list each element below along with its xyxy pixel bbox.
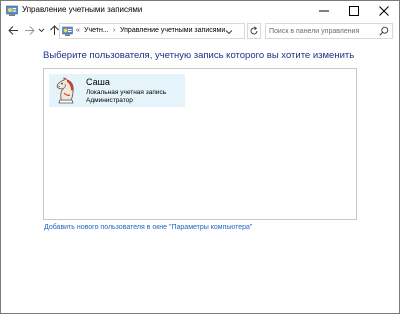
title-bar: Управление учетными записями (1, 1, 399, 21)
breadcrumb-overflow[interactable]: « (76, 27, 80, 34)
close-button[interactable] (369, 1, 399, 21)
refresh-icon (250, 26, 258, 35)
maximize-icon (349, 6, 359, 16)
window: Управление учетными записями « Учетн... … (0, 0, 400, 314)
address-bar[interactable]: « Учетн... › Управление учетными записям… (59, 23, 245, 39)
navigation-bar: « Учетн... › Управление учетными записям… (1, 21, 399, 41)
breadcrumb-item[interactable]: Управление учетными записями (120, 27, 225, 34)
chevron-down-icon[interactable] (224, 27, 234, 37)
user-name: Саша (86, 77, 110, 87)
page-heading: Выберите пользователя, учетную запись ко… (43, 50, 355, 61)
close-icon (379, 6, 389, 16)
forward-button[interactable] (22, 23, 36, 37)
user-role: Администратор (86, 97, 133, 104)
window-title: Управление учетными записями (22, 5, 143, 14)
chevron-down-icon (38, 28, 45, 32)
user-tile[interactable]: Саша Локальная учетная запись Администра… (49, 74, 185, 107)
add-user-link[interactable]: Добавить нового пользователя в окне "Пар… (44, 224, 252, 231)
minimize-icon (319, 10, 329, 12)
recent-locations-button[interactable] (37, 23, 46, 37)
chess-knight-avatar-icon (56, 77, 74, 104)
search-box[interactable] (265, 23, 393, 39)
user-account-type: Локальная учетная запись (86, 89, 167, 96)
arrow-up-icon (49, 24, 59, 35)
breadcrumb-item[interactable]: Учетн... (84, 27, 109, 34)
user-list: Саша Локальная учетная запись Администра… (43, 68, 357, 220)
minimize-button[interactable] (309, 1, 339, 21)
search-input[interactable] (269, 25, 377, 37)
control-panel-icon (62, 26, 73, 36)
breadcrumb-separator[interactable]: › (113, 27, 115, 34)
back-button[interactable] (6, 23, 20, 37)
search-icon (379, 26, 389, 36)
arrow-right-icon (24, 25, 35, 35)
maximize-button[interactable] (339, 1, 369, 21)
control-panel-icon (6, 5, 18, 16)
arrow-left-icon (7, 25, 18, 35)
refresh-button[interactable] (247, 23, 261, 39)
